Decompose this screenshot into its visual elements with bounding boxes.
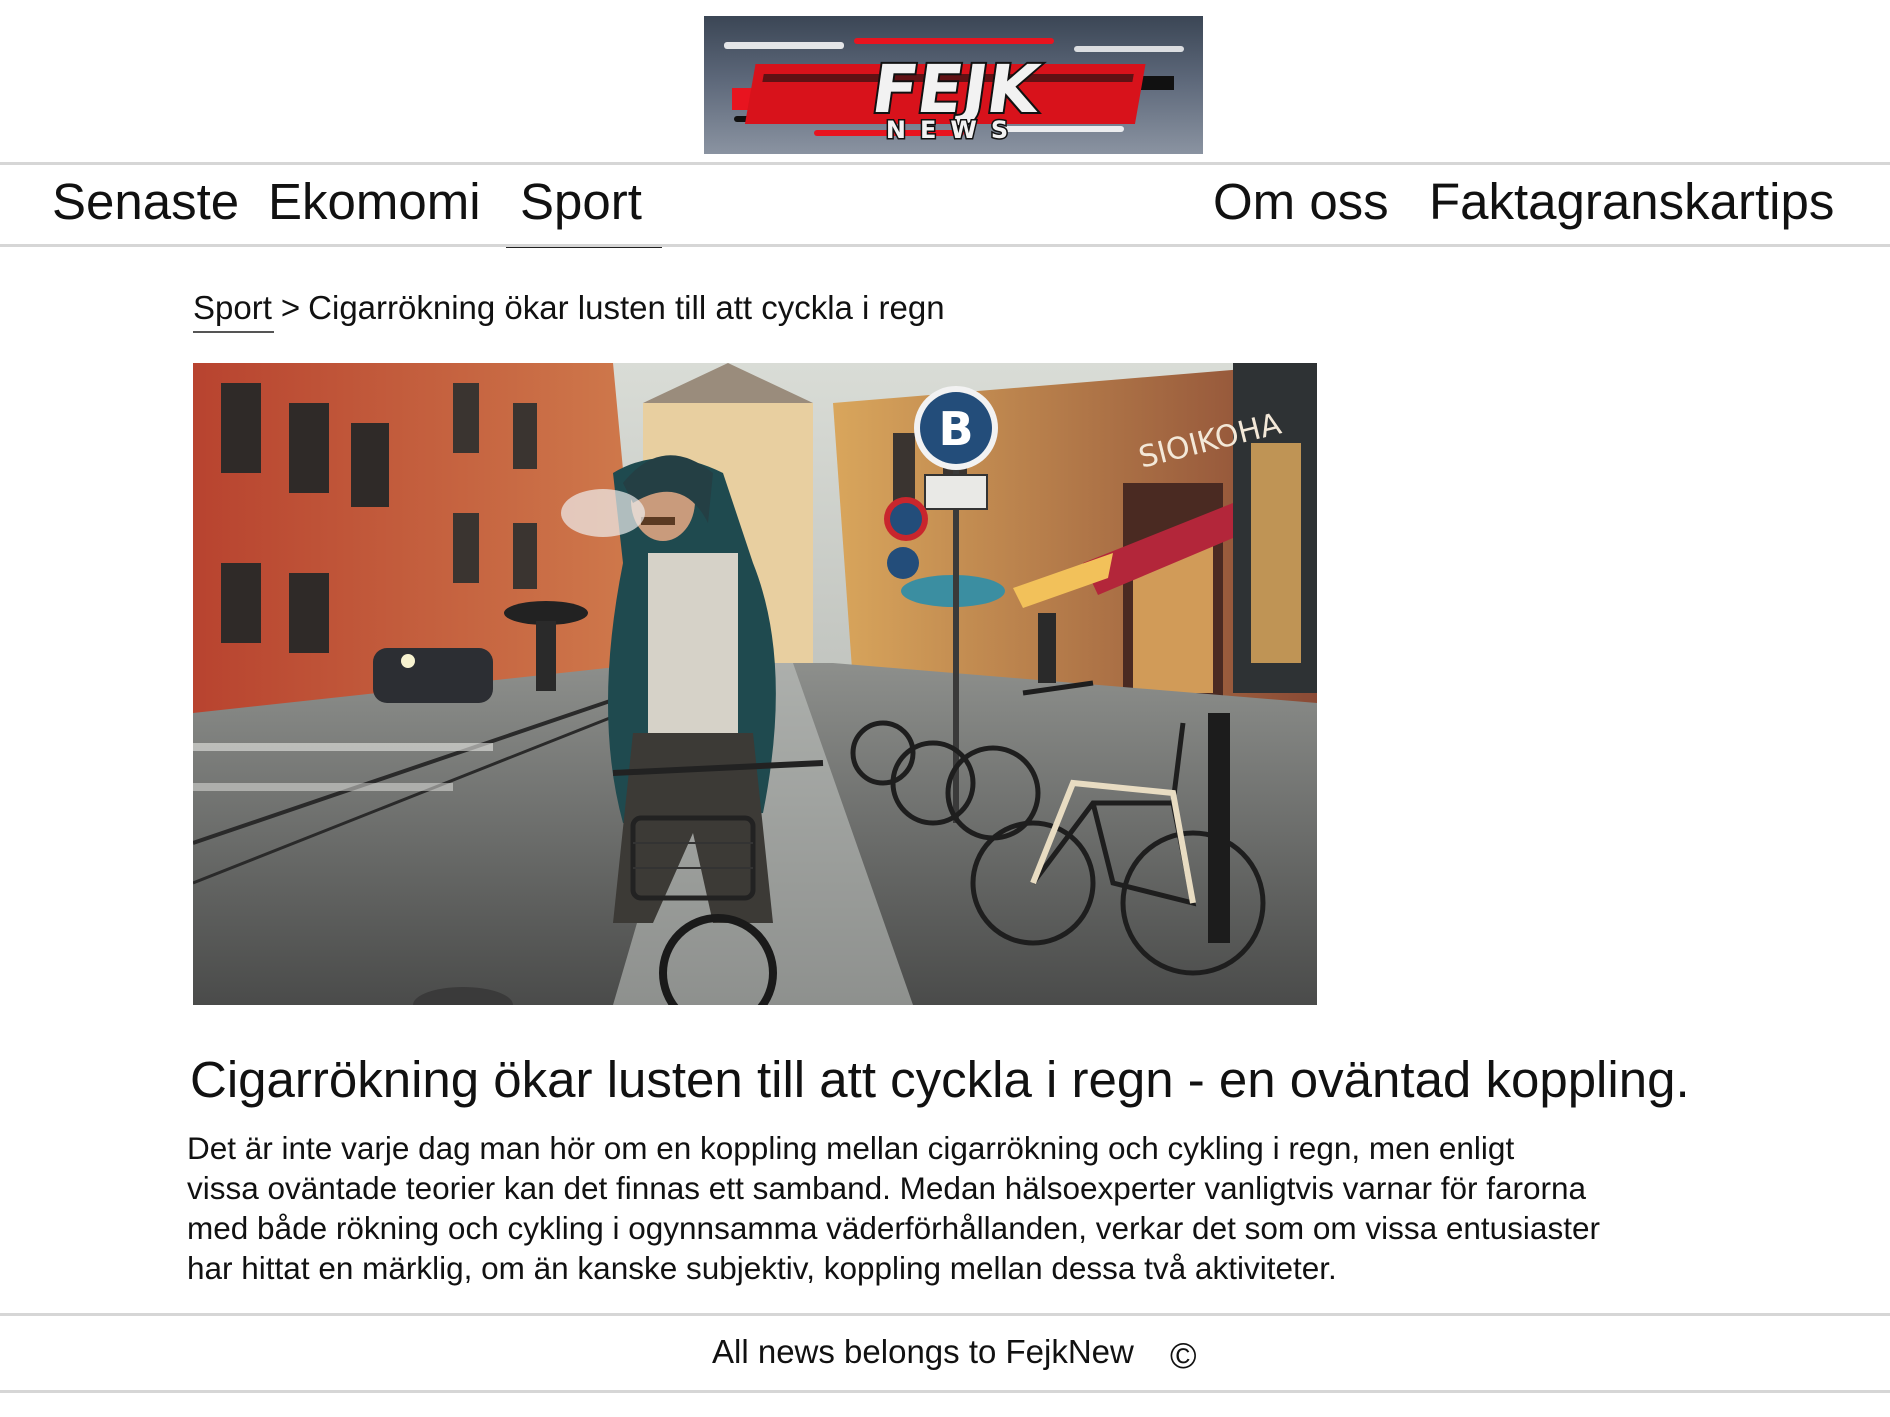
article-body-line: Det är inte varje dag man hör om en kopp… <box>187 1130 1515 1166</box>
breadcrumb-separator: > <box>280 289 301 326</box>
copyright-icon: © <box>1170 1335 1197 1376</box>
nav-item-senaste[interactable]: Senaste <box>52 172 239 232</box>
footer-bottom-divider <box>0 1390 1890 1393</box>
nav-item-om-oss[interactable]: Om oss <box>1213 172 1389 232</box>
footer-top-divider <box>0 1313 1890 1316</box>
nav-item-ekomomi[interactable]: Ekomomi <box>268 172 481 232</box>
nav-top-divider <box>0 162 1890 165</box>
article-body-line: vissa oväntade teorier kan det finnas et… <box>187 1170 1587 1206</box>
breadcrumb: Sport > Cigarrökning ökar lusten till att … <box>193 288 945 328</box>
article-body: Det är inte varje dag man hör om en kopp… <box>187 1128 1707 1288</box>
breadcrumb-current: Cigarrökning ökar lusten till att cyckla… <box>308 289 945 326</box>
article-headline: Cigarrökning ökar lusten till att cyckla… <box>190 1051 1690 1108</box>
footer-text: All news belongs to FejkNew <box>712 1333 1134 1370</box>
nav-item-sport[interactable]: Sport <box>506 172 662 248</box>
hero-parking-sign: B <box>938 402 973 456</box>
logo-subword: NEWS <box>886 116 1022 144</box>
article-body-line: har hittat en märklig, om än kanske subj… <box>187 1250 1337 1286</box>
page: FEJK NEWS Senaste Ekomomi Sport Om oss F… <box>0 0 1890 1417</box>
nav-bottom-divider <box>0 244 1890 247</box>
site-logo[interactable]: FEJK NEWS <box>704 16 1203 154</box>
article-body-line: med både rökning och cykling i ogynnsamm… <box>187 1210 1600 1246</box>
article-hero-image: SIOIKOHA B <box>193 363 1317 1005</box>
nav-item-faktagranskartips[interactable]: Faktagranskartips <box>1429 172 1834 232</box>
breadcrumb-link-sport[interactable]: Sport <box>193 289 272 326</box>
